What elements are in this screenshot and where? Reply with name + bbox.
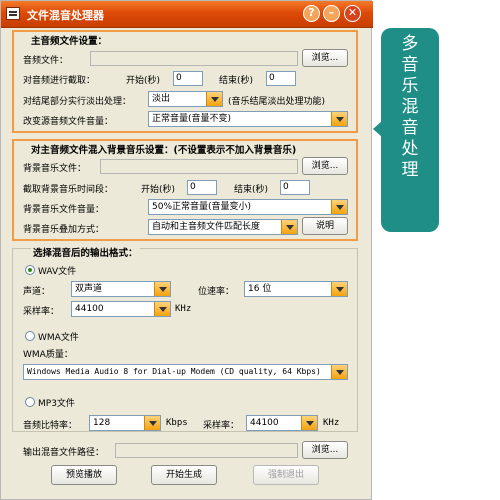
wma-quality-select[interactable]: Windows Media Audio 8 for Dial-up Modem … xyxy=(23,364,348,380)
mp3-samplerate-select[interactable]: 44100 xyxy=(246,415,318,431)
chevron-down-icon xyxy=(206,92,222,106)
wav-samplerate-select[interactable]: 44100 xyxy=(71,301,171,317)
bg-volume-value: 50%正常音量(音量变小) xyxy=(152,202,252,212)
wav-samplerate-label: 采样率： xyxy=(23,307,60,317)
wma-quality-value: Windows Media Audio 8 for Dial-up Modem … xyxy=(27,367,321,376)
chevron-down-icon xyxy=(154,282,170,296)
wav-samplerate-unit: KHz xyxy=(175,304,192,314)
main-file-input[interactable] xyxy=(90,51,298,66)
chevron-down-icon xyxy=(301,416,317,430)
bg-browse-button[interactable]: 浏览... xyxy=(302,157,348,175)
wav-samplerate-value: 44100 xyxy=(75,304,104,314)
wav-radio[interactable] xyxy=(25,265,35,275)
close-icon[interactable]: ✕ xyxy=(344,5,361,22)
bg-mode-value: 自动和主音频文件匹配长度 xyxy=(152,222,261,232)
main-volume-value: 正常音量(音量不变) xyxy=(152,114,232,124)
mp3-samplerate-label: 采样率： xyxy=(203,421,240,431)
bg-start-label: 开始(秒) xyxy=(141,185,176,195)
bg-volume-label: 背景音乐文件音量： xyxy=(23,205,105,215)
wav-channel-label: 声道： xyxy=(23,287,51,297)
output-browse-button[interactable]: 浏览... xyxy=(302,441,348,459)
title-bar: 文件混音处理器 ? – ✕ xyxy=(1,1,373,28)
callout-box: 多音乐混音处理 xyxy=(381,28,439,232)
wma-label: WMA文件 xyxy=(38,333,79,343)
bg-mode-label: 背景音乐叠加方式： xyxy=(23,225,105,235)
chevron-down-icon xyxy=(331,112,347,126)
main-fade-label: 对结尾部分实行淡出处理： xyxy=(23,97,132,107)
mp3-radio[interactable] xyxy=(25,397,35,407)
wav-bitdepth-label: 位速率： xyxy=(198,287,235,297)
bg-end-label: 结束(秒) xyxy=(234,185,269,195)
bg-start-input[interactable]: 0 xyxy=(187,180,217,195)
main-file-label: 音频文件： xyxy=(23,56,69,66)
main-start-input[interactable]: 0 xyxy=(173,71,203,86)
chevron-down-icon xyxy=(331,282,347,296)
window-title: 文件混音处理器 xyxy=(27,9,104,22)
preview-button[interactable]: 预览播放 xyxy=(51,465,117,485)
main-fade-select[interactable]: 淡出 xyxy=(148,91,223,107)
main-end-label: 结束(秒) xyxy=(219,76,254,86)
help-icon[interactable]: ? xyxy=(303,5,320,22)
bg-mode-select[interactable]: 自动和主音频文件匹配长度 xyxy=(148,219,298,235)
chevron-down-icon xyxy=(144,416,160,430)
bg-end-input[interactable]: 0 xyxy=(280,180,310,195)
callout-text: 多音乐混音处理 xyxy=(381,34,439,181)
output-title: 选择混音后的输出格式： xyxy=(31,245,140,259)
chevron-down-icon xyxy=(154,302,170,316)
mp3-bitrate-value: 128 xyxy=(93,418,111,428)
output-path-label: 输出混音文件路径： xyxy=(23,448,105,458)
help-button[interactable]: 说明 xyxy=(302,217,348,235)
mp3-bitrate-label: 音频比特率： xyxy=(23,421,78,431)
bg-volume-select[interactable]: 50%正常音量(音量变小) xyxy=(148,199,348,215)
bg-file-label: 背景音乐文件： xyxy=(23,164,87,174)
wma-quality-label: WMA质量： xyxy=(23,350,73,360)
wav-bitdepth-value: 16 位 xyxy=(248,284,272,294)
output-path-input[interactable] xyxy=(115,443,298,458)
wav-channel-select[interactable]: 双声道 xyxy=(71,281,171,297)
mp3-bitrate-select[interactable]: 128 xyxy=(89,415,161,431)
app-icon xyxy=(6,7,20,20)
main-audio-title: 主音频文件设置： xyxy=(31,36,108,47)
chevron-down-icon xyxy=(281,220,297,234)
mp3-samplerate-value: 44100 xyxy=(250,418,279,428)
main-volume-select[interactable]: 正常音量(音量不变) xyxy=(148,111,348,127)
mp3-bitrate-unit: Kbps xyxy=(166,418,188,428)
mp3-samplerate-unit: KHz xyxy=(323,418,340,428)
main-fade-value: 淡出 xyxy=(152,94,171,104)
wav-bitdepth-select[interactable]: 16 位 xyxy=(244,281,348,297)
main-start-label: 开始(秒) xyxy=(126,76,161,86)
chevron-down-icon xyxy=(331,200,347,214)
wav-channel-value: 双声道 xyxy=(75,284,103,294)
main-fade-note: (音乐结尾淡出处理功能) xyxy=(228,97,326,107)
wma-radio[interactable] xyxy=(25,331,35,341)
main-end-input[interactable]: 0 xyxy=(266,71,296,86)
main-browse-button[interactable]: 浏览... xyxy=(302,49,348,67)
main-volume-label: 改变源音频文件音量： xyxy=(23,117,114,127)
callout-label: 多音乐混音处理 xyxy=(401,34,419,180)
start-button[interactable]: 开始生成 xyxy=(151,465,217,485)
mp3-label: MP3文件 xyxy=(38,399,75,409)
main-clip-label: 对音频进行截取： xyxy=(23,76,96,86)
bg-file-input[interactable] xyxy=(100,159,298,174)
main-window: 文件混音处理器 ? – ✕ 主音频文件设置： 音频文件： 浏览... 对音频进行… xyxy=(0,0,373,500)
bg-clip-label: 截取背景音乐时间段： xyxy=(23,185,114,195)
force-exit-button[interactable]: 强制退出 xyxy=(253,465,319,485)
minimize-icon[interactable]: – xyxy=(323,5,340,22)
wav-label: WAV文件 xyxy=(38,267,77,277)
background-title: 对主音频文件混入背景音乐设置：(不设置表示不加入背景音乐) xyxy=(31,145,297,156)
chevron-down-icon xyxy=(331,365,347,379)
